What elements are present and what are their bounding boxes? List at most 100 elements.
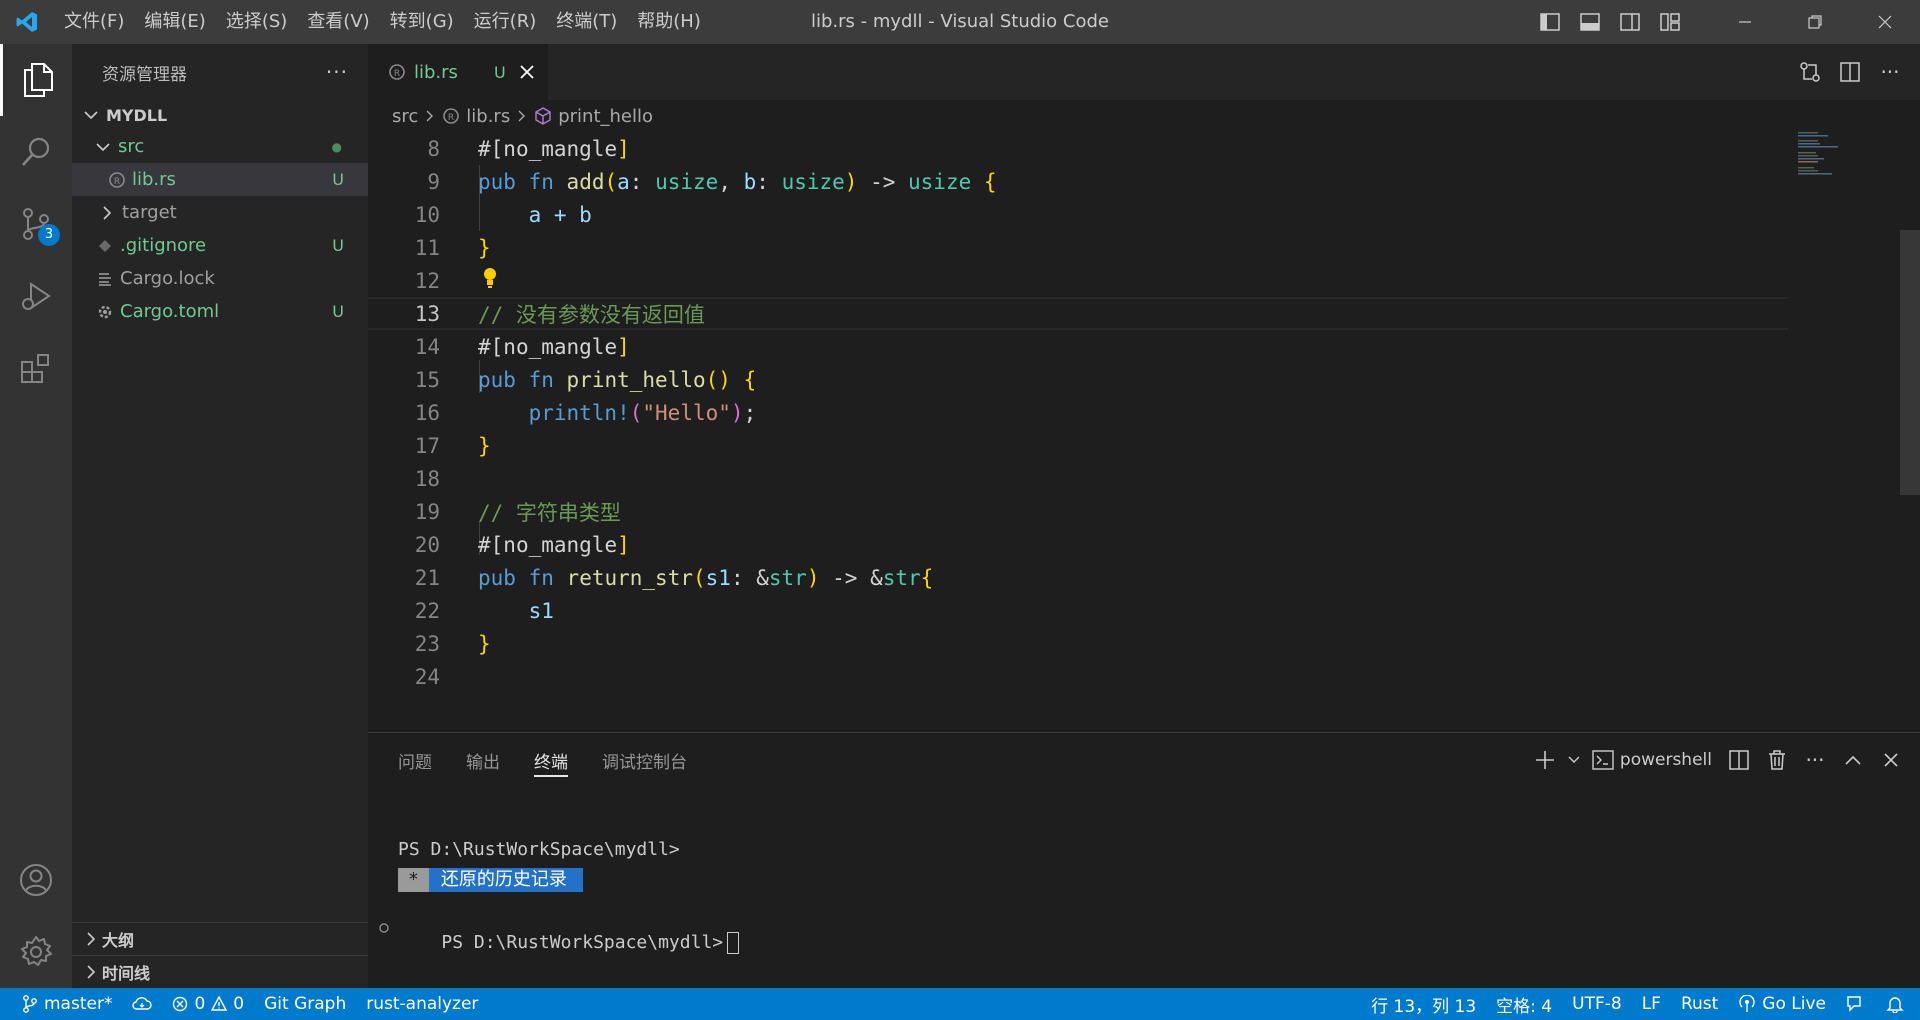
branch-name: master* xyxy=(44,994,113,1014)
tree-item-label: src xyxy=(118,136,145,157)
settings-gear-icon[interactable] xyxy=(0,916,72,988)
line-number: 13 xyxy=(414,301,440,326)
open-changes-icon[interactable] xyxy=(1790,50,1830,94)
sidebar-title: 资源管理器 xyxy=(102,64,187,85)
toggle-panel-icon[interactable] xyxy=(1570,0,1610,44)
timeline-section[interactable]: 时间线 xyxy=(72,955,368,988)
tab-problems[interactable]: 问题 xyxy=(398,733,432,787)
explorer-sidebar: 资源管理器 ··· MYDLL src ● R lib.rs U target … xyxy=(72,44,368,988)
problems-status[interactable]: 0 0 xyxy=(162,988,254,1020)
tab-debug-console[interactable]: 调试控制台 xyxy=(602,733,687,787)
title-bar: 文件(F) 编辑(E) 选择(S) 查看(V) 转到(G) 运行(R) 终端(T… xyxy=(0,0,1920,44)
line-number: 21 xyxy=(414,565,440,590)
close-panel-icon[interactable] xyxy=(1872,733,1910,787)
code-line: 11 } xyxy=(368,231,1788,264)
restore-button[interactable] xyxy=(1780,0,1850,44)
source-control-icon[interactable]: 3 xyxy=(0,188,72,260)
run-debug-icon[interactable] xyxy=(0,260,72,332)
language-mode[interactable]: Rust xyxy=(1671,988,1728,1020)
branch-status[interactable]: master* xyxy=(0,988,122,1020)
minimize-button[interactable] xyxy=(1710,0,1780,44)
breadcrumb-symbol[interactable]: print_hello xyxy=(558,106,653,127)
menu-go[interactable]: 转到(G) xyxy=(380,0,464,44)
rust-file-icon: R xyxy=(106,171,128,189)
breadcrumb-file[interactable]: lib.rs xyxy=(466,106,510,127)
notifications-bell-icon[interactable] xyxy=(1876,988,1920,1020)
close-tab-icon[interactable] xyxy=(520,65,534,79)
terminal-history-restored: * 还原的历史记录 xyxy=(398,868,583,892)
outline-section[interactable]: 大纲 xyxy=(72,922,368,955)
more-actions-icon[interactable]: ··· xyxy=(326,60,348,84)
editor-more-actions-icon[interactable]: ··· xyxy=(1870,50,1910,94)
accounts-icon[interactable] xyxy=(0,844,72,916)
toggle-secondary-sidebar-icon[interactable] xyxy=(1610,0,1650,44)
terminal-input-line[interactable]: PS D:\RustWorkSpace\mydll> xyxy=(398,911,740,975)
git-status-badge: U xyxy=(332,236,344,255)
indentation[interactable]: 空格: 4 xyxy=(1486,988,1562,1020)
new-terminal-icon[interactable] xyxy=(1526,733,1564,787)
go-live-button[interactable]: Go Live xyxy=(1728,988,1836,1020)
status-bar: master* 0 0 Git Graph rust-analyzer 行 13… xyxy=(0,988,1920,1020)
breadcrumb-src[interactable]: src xyxy=(392,106,418,127)
split-terminal-icon[interactable] xyxy=(1720,733,1758,787)
tree-item-src[interactable]: src ● xyxy=(72,130,368,163)
encoding[interactable]: UTF-8 xyxy=(1562,988,1632,1020)
line-number: 10 xyxy=(414,202,440,227)
menu-view[interactable]: 查看(V) xyxy=(297,0,379,44)
menu-selection[interactable]: 选择(S) xyxy=(216,0,297,44)
text-file-icon xyxy=(94,272,116,286)
git-graph-button[interactable]: Git Graph xyxy=(254,988,356,1020)
tree-item-label: Cargo.lock xyxy=(120,268,215,289)
editor-scrollbar[interactable] xyxy=(1900,230,1920,495)
modified-dot-icon: ● xyxy=(331,139,342,154)
project-section-header[interactable]: MYDLL xyxy=(72,100,368,130)
menu-file[interactable]: 文件(F) xyxy=(54,0,134,44)
sync-icon[interactable] xyxy=(122,988,162,1020)
cursor-position[interactable]: 行 13，列 13 xyxy=(1361,988,1486,1020)
line-number: 18 xyxy=(414,466,440,491)
menu-terminal[interactable]: 终端(T) xyxy=(546,0,627,44)
customize-layout-icon[interactable] xyxy=(1650,0,1690,44)
code-editor[interactable]: 8 #[no_mangle] 9 pub fn add(a: usize, b:… xyxy=(368,132,1896,732)
terminal-command-marker-icon xyxy=(379,917,389,938)
terminal-shell-selector[interactable]: powershell xyxy=(1584,733,1720,787)
terminal-prompt: PS D:\RustWorkSpace\mydll> xyxy=(398,839,680,860)
trash-icon[interactable] xyxy=(1758,733,1796,787)
terminal-prompt: PS D:\RustWorkSpace\mydll> xyxy=(441,932,724,953)
tab-output[interactable]: 输出 xyxy=(466,733,500,787)
tree-item-cargo-toml[interactable]: Cargo.toml U xyxy=(72,295,368,328)
maximize-panel-icon[interactable] xyxy=(1834,733,1872,787)
chevron-down-icon[interactable] xyxy=(1564,733,1584,787)
code-line: 20 #[no_mangle] xyxy=(368,528,1788,561)
chevron-right-icon xyxy=(80,932,102,946)
chevron-right-icon xyxy=(102,205,120,220)
toggle-sidebar-icon[interactable] xyxy=(1530,0,1570,44)
explorer-icon[interactable] xyxy=(0,44,72,116)
tree-item-gitignore[interactable]: .gitignore U xyxy=(72,229,368,262)
split-editor-icon[interactable] xyxy=(1830,50,1870,94)
search-icon[interactable] xyxy=(0,116,72,188)
end-of-line[interactable]: LF xyxy=(1632,988,1671,1020)
panel-more-actions-icon[interactable]: ··· xyxy=(1796,733,1834,787)
scm-badge: 3 xyxy=(38,224,60,246)
code-line: 8 #[no_mangle] xyxy=(368,132,1788,165)
git-status-badge: U xyxy=(332,170,344,189)
tree-item-target[interactable]: target xyxy=(72,196,368,229)
tab-lib-rs[interactable]: R lib.rs U xyxy=(368,44,548,100)
close-window-button[interactable] xyxy=(1850,0,1920,44)
feedback-icon[interactable] xyxy=(1836,988,1876,1020)
tree-item-label: target xyxy=(122,202,177,223)
menu-help[interactable]: 帮助(H) xyxy=(627,0,711,44)
tree-item-cargo-lock[interactable]: Cargo.lock xyxy=(72,262,368,295)
tree-item-lib-rs[interactable]: R lib.rs U xyxy=(72,163,368,196)
history-text: 还原的历史记录 xyxy=(428,868,583,892)
menu-run[interactable]: 运行(R) xyxy=(464,0,547,44)
menu-edit[interactable]: 编辑(E) xyxy=(134,0,215,44)
code-line: 17 } xyxy=(368,429,1788,462)
line-number: 16 xyxy=(414,400,440,425)
git-branch-icon xyxy=(22,995,38,1013)
rust-analyzer-status[interactable]: rust-analyzer xyxy=(356,988,488,1020)
tab-terminal[interactable]: 终端 xyxy=(534,733,568,787)
extensions-icon[interactable] xyxy=(0,332,72,404)
lightbulb-icon[interactable] xyxy=(482,267,498,294)
